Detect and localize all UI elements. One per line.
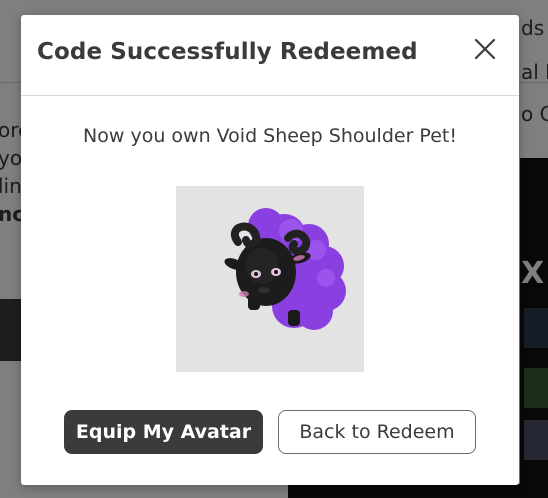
- close-icon: [474, 38, 496, 60]
- success-message: Now you own Void Sheep Shoulder Pet!: [83, 125, 457, 147]
- close-button[interactable]: [470, 35, 500, 65]
- void-sheep-shoulder-pet-image: [224, 208, 346, 330]
- redeem-success-modal: Code Successfully Redeemed Now you own V…: [21, 15, 519, 485]
- item-thumbnail: [176, 186, 364, 372]
- modal-title: Code Successfully Redeemed: [37, 39, 418, 65]
- modal-header: Code Successfully Redeemed: [21, 15, 519, 96]
- back-to-redeem-button[interactable]: Back to Redeem: [278, 410, 476, 454]
- equip-my-avatar-button[interactable]: Equip My Avatar: [64, 410, 263, 454]
